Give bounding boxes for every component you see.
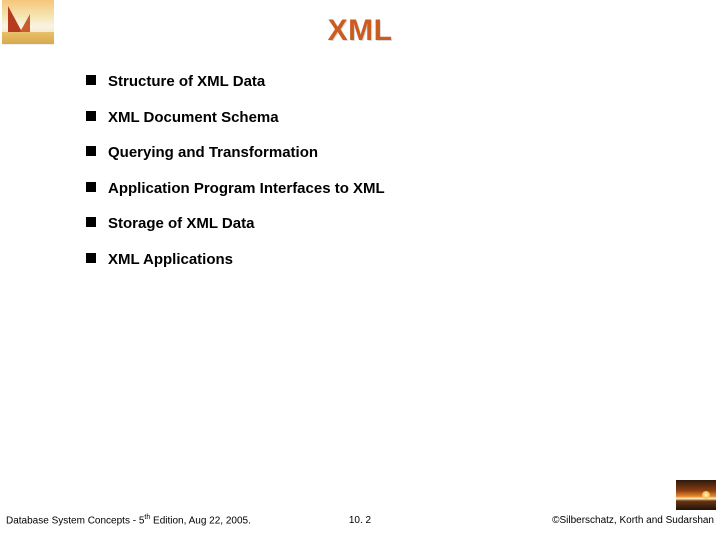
slide: XML Structure of XML Data XML Document S… bbox=[0, 0, 720, 540]
slide-title: XML bbox=[0, 14, 720, 48]
list-item: Application Program Interfaces to XML bbox=[80, 179, 690, 199]
list-item: Storage of XML Data bbox=[80, 214, 690, 234]
footer-left-suffix: Edition, Aug 22, 2005. bbox=[150, 515, 251, 526]
footer-line: Database System Concepts - 5th Edition, … bbox=[6, 514, 714, 526]
sunset-logo bbox=[676, 480, 716, 510]
list-item: XML Applications bbox=[80, 250, 690, 270]
bullet-list: Structure of XML Data XML Document Schem… bbox=[80, 72, 690, 269]
list-item: Querying and Transformation bbox=[80, 143, 690, 163]
footer-left-prefix: Database System Concepts - 5 bbox=[6, 515, 144, 526]
list-item: XML Document Schema bbox=[80, 108, 690, 128]
slide-footer: Database System Concepts - 5th Edition, … bbox=[0, 492, 720, 540]
footer-copyright: ©Silberschatz, Korth and Sudarshan bbox=[552, 515, 714, 526]
list-item: Structure of XML Data bbox=[80, 72, 690, 92]
sailboat-logo bbox=[0, 0, 56, 64]
slide-content: Structure of XML Data XML Document Schem… bbox=[80, 72, 690, 269]
footer-page-number: 10. 2 bbox=[349, 515, 371, 526]
sun-icon bbox=[702, 491, 710, 499]
footer-left: Database System Concepts - 5th Edition, … bbox=[6, 514, 251, 526]
sailboat-image bbox=[2, 0, 54, 44]
